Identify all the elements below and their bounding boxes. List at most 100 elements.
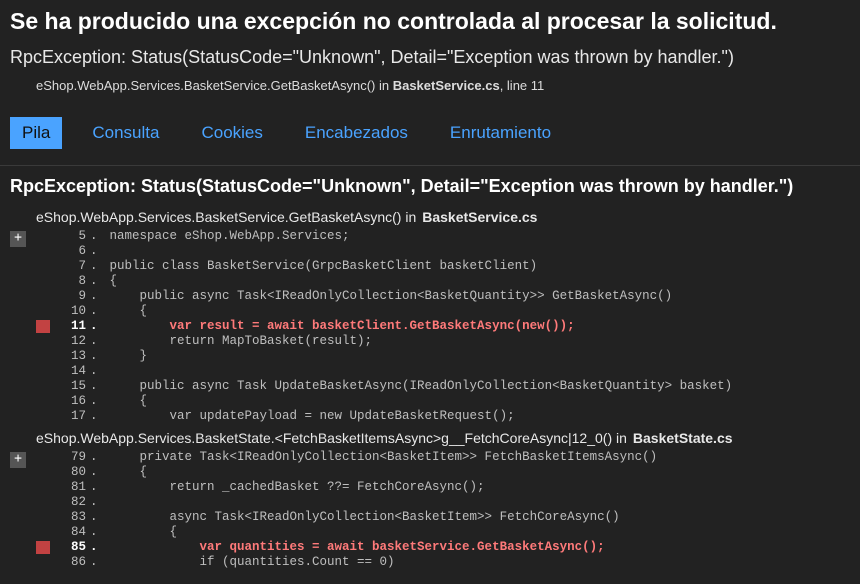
- code-line: 8. {: [36, 274, 860, 289]
- line-number: 85: [50, 540, 90, 555]
- line-dot: .: [90, 379, 102, 394]
- line-dot: .: [90, 510, 102, 525]
- line-dot: .: [90, 289, 102, 304]
- line-number: 81: [50, 480, 90, 495]
- gutter-highlight: [36, 274, 50, 289]
- line-dot: .: [90, 465, 102, 480]
- tab-headers[interactable]: Encabezados: [293, 117, 420, 149]
- line-dot: .: [90, 304, 102, 319]
- code-text: [102, 364, 110, 379]
- code-text: [102, 244, 110, 259]
- tab-bar: Pila Consulta Cookies Encabezados Enruta…: [0, 99, 860, 159]
- code-line: 5. namespace eShop.WebApp.Services;: [36, 229, 860, 244]
- code-line: 79. private Task<IReadOnlyCollection<Bas…: [36, 450, 860, 465]
- line-number: 80: [50, 465, 90, 480]
- expand-button[interactable]: +: [10, 231, 26, 247]
- top-frame-method: eShop.WebApp.Services.BasketService.GetB…: [36, 78, 393, 93]
- gutter-highlight: [36, 364, 50, 379]
- stack-section-heading: RpcException: Status(StatusCode="Unknown…: [0, 166, 860, 205]
- line-dot: .: [90, 540, 102, 555]
- gutter-highlight: [36, 394, 50, 409]
- code-text: namespace eShop.WebApp.Services;: [102, 229, 350, 244]
- code-line: 10. {: [36, 304, 860, 319]
- line-number: 6: [50, 244, 90, 259]
- gutter-highlight: [36, 379, 50, 394]
- line-number: 13: [50, 349, 90, 364]
- line-dot: .: [90, 555, 102, 570]
- code-line: 80. {: [36, 465, 860, 480]
- stack-frame: eShop.WebApp.Services.BasketState.<Fetch…: [0, 426, 860, 570]
- gutter-highlight: [36, 320, 50, 333]
- tab-cookies[interactable]: Cookies: [189, 117, 274, 149]
- gutter-highlight: [36, 465, 50, 480]
- code-line: 14.: [36, 364, 860, 379]
- line-number: 84: [50, 525, 90, 540]
- line-dot: .: [90, 244, 102, 259]
- code-text: var updatePayload = new UpdateBasketRequ…: [102, 409, 515, 424]
- frame-method: eShop.WebApp.Services.BasketService.GetB…: [36, 209, 416, 225]
- gutter-highlight: [36, 244, 50, 259]
- gutter-highlight: [36, 510, 50, 525]
- line-number: 8: [50, 274, 90, 289]
- code-listing: 5. namespace eShop.WebApp.Services;6. 7.…: [0, 229, 860, 424]
- code-text: {: [102, 465, 147, 480]
- code-text: [102, 495, 110, 510]
- code-line: 86. if (quantities.Count == 0): [36, 555, 860, 570]
- code-line: 85. var quantities = await basketService…: [36, 540, 860, 555]
- code-text: return MapToBasket(result);: [102, 334, 372, 349]
- tab-stack[interactable]: Pila: [10, 117, 62, 149]
- expand-button[interactable]: +: [10, 452, 26, 468]
- code-text: return _cachedBasket ??= FetchCoreAsync(…: [102, 480, 485, 495]
- code-line: 11. var result = await basketClient.GetB…: [36, 319, 860, 334]
- code-line: 81. return _cachedBasket ??= FetchCoreAs…: [36, 480, 860, 495]
- code-line: 7. public class BasketService(GrpcBasket…: [36, 259, 860, 274]
- code-text: var result = await basketClient.GetBaske…: [102, 319, 575, 334]
- line-number: 10: [50, 304, 90, 319]
- line-dot: .: [90, 334, 102, 349]
- line-dot: .: [90, 450, 102, 465]
- code-line: 83. async Task<IReadOnlyCollection<Baske…: [36, 510, 860, 525]
- line-dot: .: [90, 319, 102, 334]
- code-line: 84. {: [36, 525, 860, 540]
- gutter-highlight: [36, 541, 50, 554]
- line-number: 7: [50, 259, 90, 274]
- gutter-highlight: [36, 555, 50, 570]
- line-number: 9: [50, 289, 90, 304]
- frame-header[interactable]: eShop.WebApp.Services.BasketState.<Fetch…: [0, 426, 860, 450]
- line-number: 5: [50, 229, 90, 244]
- line-number: 83: [50, 510, 90, 525]
- tab-query[interactable]: Consulta: [80, 117, 171, 149]
- tab-routing[interactable]: Enrutamiento: [438, 117, 563, 149]
- exception-summary: RpcException: Status(StatusCode="Unknown…: [0, 41, 860, 72]
- frame-file: BasketState.cs: [633, 430, 733, 446]
- line-number: 15: [50, 379, 90, 394]
- top-frame-summary: eShop.WebApp.Services.BasketService.GetB…: [0, 72, 860, 99]
- code-line: 17. var updatePayload = new UpdateBasket…: [36, 409, 860, 424]
- gutter-highlight: [36, 525, 50, 540]
- code-text: if (quantities.Count == 0): [102, 555, 395, 570]
- line-number: 86: [50, 555, 90, 570]
- line-dot: .: [90, 480, 102, 495]
- code-line: 82.: [36, 495, 860, 510]
- frame-header[interactable]: eShop.WebApp.Services.BasketService.GetB…: [0, 205, 860, 229]
- line-dot: .: [90, 259, 102, 274]
- page-title: Se ha producido una excepción no control…: [0, 0, 860, 41]
- code-text: {: [102, 394, 147, 409]
- line-number: 82: [50, 495, 90, 510]
- code-text: }: [102, 349, 147, 364]
- gutter-highlight: [36, 480, 50, 495]
- gutter-highlight: [36, 495, 50, 510]
- code-text: {: [102, 274, 117, 289]
- top-frame-line: , line 11: [500, 78, 545, 93]
- line-number: 16: [50, 394, 90, 409]
- code-text: var quantities = await basketService.Get…: [102, 540, 605, 555]
- code-text: public async Task UpdateBasketAsync(IRea…: [102, 379, 732, 394]
- line-dot: .: [90, 409, 102, 424]
- code-text: {: [102, 304, 147, 319]
- line-dot: .: [90, 274, 102, 289]
- code-line: 12. return MapToBasket(result);: [36, 334, 860, 349]
- code-line: 15. public async Task UpdateBasketAsync(…: [36, 379, 860, 394]
- gutter-highlight: [36, 349, 50, 364]
- line-dot: .: [90, 229, 102, 244]
- line-dot: .: [90, 525, 102, 540]
